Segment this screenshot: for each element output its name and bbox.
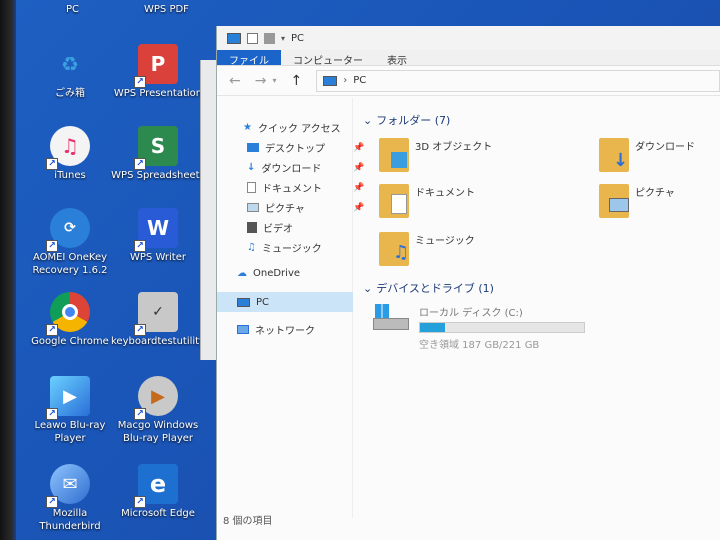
download-icon: ↓ bbox=[247, 162, 256, 173]
wps-spreadsheets-icon: S ↗ bbox=[134, 126, 178, 170]
desktop-icon-wps-spreadsheets[interactable]: S ↗ WPS Spreadsheets bbox=[110, 126, 206, 182]
desktop-icon-macgo[interactable]: ▶ ↗ Macgo Windows Blu-ray Player bbox=[110, 376, 206, 445]
folder-pictures[interactable]: ピクチャ bbox=[599, 184, 675, 218]
nav-item-documents[interactable]: ドキュメント 📌 bbox=[247, 180, 364, 195]
nav-network[interactable]: ネットワーク bbox=[237, 322, 315, 337]
desktop-icon bbox=[247, 143, 259, 152]
desktop-icon-thunderbird[interactable]: ✉ ↗ Mozilla Thunderbird bbox=[22, 464, 118, 533]
tab-computer[interactable]: コンピューター bbox=[281, 50, 375, 67]
title-bar[interactable]: ▾ PC bbox=[217, 26, 720, 50]
nav-item-music[interactable]: ♫ ミュージック bbox=[247, 240, 322, 255]
cloud-icon: ☁ bbox=[237, 268, 247, 279]
desktop-label-pc[interactable]: PC bbox=[66, 4, 79, 15]
folder-document-icon bbox=[379, 184, 409, 218]
nav-item-desktop[interactable]: デスクトップ 📌 bbox=[247, 140, 364, 155]
picture-icon bbox=[247, 203, 259, 212]
forward-arrow-icon[interactable]: → bbox=[255, 73, 267, 89]
monitor-icon bbox=[237, 297, 250, 307]
folder-download-icon: ↓ bbox=[599, 138, 629, 172]
desktop-icon-keyboard-test[interactable]: ✓ ↗ keyboardtestutility bbox=[110, 292, 206, 348]
devices-section-header[interactable]: ⌄ デバイスとドライブ (1) bbox=[363, 280, 494, 296]
tab-view[interactable]: 表示 bbox=[375, 50, 419, 67]
video-icon bbox=[247, 222, 257, 233]
desktop-icon-wps-presentation[interactable]: P ↗ WPS Presentation bbox=[110, 44, 206, 100]
monitor-icon bbox=[323, 75, 338, 86]
address-bar[interactable]: › PC bbox=[316, 69, 720, 92]
desktop-icon-chrome[interactable]: ↗ Google Chrome bbox=[22, 292, 118, 348]
folder-picture-icon bbox=[599, 184, 629, 218]
screen-bezel bbox=[0, 0, 16, 540]
wps-presentation-icon: P ↗ bbox=[134, 44, 178, 88]
navigation-bar: ← → ▾ ↑ › PC bbox=[217, 66, 720, 96]
up-arrow-icon[interactable]: ↑ bbox=[290, 73, 302, 89]
aomei-icon: ⟳ ↗ bbox=[46, 208, 90, 252]
folder-3d-icon bbox=[379, 138, 409, 172]
content-pane: ⌄ フォルダー (7) 3D オブジェクト ↓ ダウンロード ドキュメント ピク… bbox=[357, 98, 720, 518]
folder-documents[interactable]: ドキュメント bbox=[379, 184, 475, 218]
folder-music-icon: ♫ bbox=[379, 232, 409, 266]
desktop-icon-edge[interactable]: e ↗ Microsoft Edge bbox=[110, 464, 206, 520]
navigation-pane: ★ クイック アクセス デスクトップ 📌 ↓ ダウンロード 📌 ドキュメント 📌… bbox=[217, 98, 364, 518]
nav-quick-access[interactable]: ★ クイック アクセス bbox=[243, 120, 341, 135]
back-arrow-icon[interactable]: ← bbox=[229, 73, 241, 89]
drive-name: ローカル ディスク (C:) bbox=[419, 308, 523, 319]
nav-item-videos[interactable]: ビデオ bbox=[247, 220, 293, 235]
nav-onedrive[interactable]: ☁ OneDrive bbox=[237, 268, 300, 279]
chrome-icon: ↗ bbox=[46, 292, 90, 336]
local-disk-icon bbox=[373, 304, 409, 332]
drive-usage-bar bbox=[419, 322, 585, 333]
edge-icon: e ↗ bbox=[134, 464, 178, 508]
desktop-icon-wps-writer[interactable]: W ↗ WPS Writer bbox=[110, 208, 206, 264]
recycle-bin-icon: ♻ bbox=[61, 52, 79, 76]
leawo-icon: ▶ ↗ bbox=[46, 376, 90, 420]
star-icon: ★ bbox=[243, 122, 252, 133]
properties-icon[interactable] bbox=[247, 32, 258, 44]
desktop-label-wps-pdf[interactable]: WPS PDF bbox=[144, 4, 189, 15]
breadcrumb-separator-icon[interactable]: › bbox=[343, 75, 347, 86]
wps-writer-icon: W ↗ bbox=[134, 208, 178, 252]
folder-downloads[interactable]: ↓ ダウンロード bbox=[599, 138, 695, 172]
document-icon bbox=[247, 182, 256, 193]
chevron-down-icon: ⌄ bbox=[363, 281, 373, 295]
drive-c[interactable]: ローカル ディスク (C:) 空き領域 187 GB/221 GB bbox=[373, 304, 585, 351]
recent-dropdown-icon[interactable]: ▾ bbox=[272, 76, 276, 85]
monitor-icon bbox=[227, 32, 241, 44]
nav-item-pictures[interactable]: ピクチャ 📌 bbox=[247, 200, 364, 215]
explorer-window: ▾ PC ファイル コンピューター 表示 ← → ▾ ↑ › PC ★ クイック… bbox=[216, 26, 720, 540]
desktop-icon-aomei[interactable]: ⟳ ↗ AOMEI OneKey Recovery 1.6.2 bbox=[22, 208, 118, 277]
thunderbird-icon: ✉ ↗ bbox=[46, 464, 90, 508]
folder-3d-objects[interactable]: 3D オブジェクト bbox=[379, 138, 492, 172]
breadcrumb-pc[interactable]: PC bbox=[353, 75, 366, 86]
desktop-icon-recycle-bin[interactable]: ♻ ごみ箱 bbox=[22, 44, 118, 100]
ribbon-tabs: ファイル コンピューター 表示 bbox=[217, 50, 720, 67]
dropdown-icon[interactable]: ▾ bbox=[281, 34, 285, 43]
itunes-icon: ♫ ↗ bbox=[46, 126, 90, 170]
network-icon bbox=[237, 325, 249, 334]
new-folder-icon[interactable] bbox=[264, 32, 275, 44]
folders-section-header[interactable]: ⌄ フォルダー (7) bbox=[363, 112, 450, 128]
window-title: PC bbox=[291, 32, 305, 44]
tab-file[interactable]: ファイル bbox=[217, 50, 281, 67]
nav-item-downloads[interactable]: ↓ ダウンロード 📌 bbox=[247, 160, 364, 175]
desktop-icon-itunes[interactable]: ♫ ↗ iTunes bbox=[22, 126, 118, 182]
macgo-icon: ▶ ↗ bbox=[134, 376, 178, 420]
keyboard-test-icon: ✓ ↗ bbox=[134, 292, 178, 336]
music-icon: ♫ bbox=[247, 242, 256, 253]
drive-free-space: 空き領域 187 GB/221 GB bbox=[419, 340, 540, 351]
folder-music[interactable]: ♫ ミュージック bbox=[379, 232, 475, 266]
chevron-down-icon: ⌄ bbox=[363, 113, 373, 127]
nav-pc[interactable]: PC bbox=[217, 292, 353, 312]
status-bar: 8 個の項目 bbox=[223, 516, 273, 527]
desktop-icon-leawo[interactable]: ▶ ↗ Leawo Blu-ray Player bbox=[22, 376, 118, 445]
